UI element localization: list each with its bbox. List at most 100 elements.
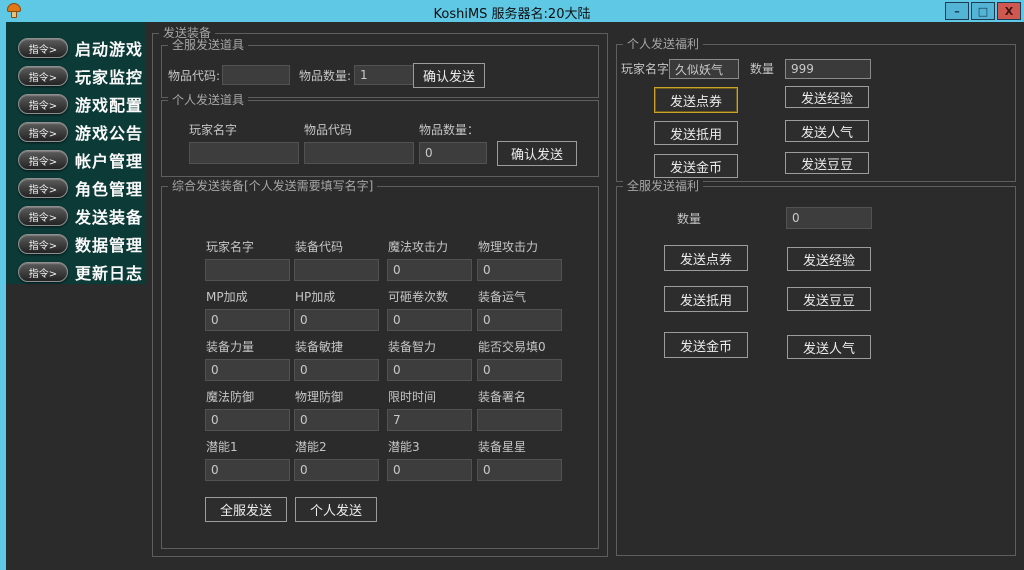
field-input[interactable] <box>294 309 379 331</box>
close-button[interactable]: X <box>997 2 1021 20</box>
command-pill[interactable]: 指令> <box>18 150 68 170</box>
field-label: 装备星星 <box>478 440 527 454</box>
send-gold-button[interactable]: 发送金币 <box>664 332 748 358</box>
sidebar-item-character-manage[interactable]: 指令> 角色管理 <box>6 174 146 202</box>
command-pill[interactable]: 指令> <box>18 178 68 198</box>
field-input[interactable] <box>477 259 562 281</box>
field-label: 潜能2 <box>295 440 327 454</box>
field-input[interactable] <box>205 259 290 281</box>
field-input[interactable] <box>294 259 379 281</box>
field-equip-int: 装备智力 <box>387 340 472 382</box>
confirm-send-button[interactable]: 确认发送 <box>497 141 577 166</box>
confirm-send-button[interactable]: 确认发送 <box>413 63 485 88</box>
quantity-input[interactable] <box>786 207 872 229</box>
send-gold-button[interactable]: 发送金币 <box>654 154 738 178</box>
item-code-label: 物品代码: <box>168 69 221 83</box>
window-controls: – □ X <box>945 2 1021 20</box>
server-send-item-group: 全服发送道具 物品代码: 物品数量: 确认发送 <box>161 38 599 98</box>
sidebar-item-label: 发送装备 <box>75 208 144 227</box>
field-input[interactable] <box>205 309 290 331</box>
send-points-button[interactable]: 发送点券 <box>664 245 748 271</box>
field-input[interactable] <box>205 359 290 381</box>
field-input[interactable] <box>294 459 379 481</box>
sidebar-item-label: 游戏配置 <box>75 96 144 115</box>
field-input[interactable] <box>387 309 472 331</box>
field-input[interactable] <box>477 459 562 481</box>
field-input[interactable] <box>294 409 379 431</box>
maximize-button[interactable]: □ <box>971 2 995 20</box>
sidebar-item-label: 数据管理 <box>75 236 144 255</box>
sidebar-item-data-manage[interactable]: 指令> 数据管理 <box>6 230 146 258</box>
command-pill[interactable]: 指令> <box>18 66 68 86</box>
quantity-label: 数量 <box>677 212 702 226</box>
command-pill[interactable]: 指令> <box>18 234 68 254</box>
field-equip-str: 装备力量 <box>205 340 290 382</box>
send-voucher-button[interactable]: 发送抵用 <box>654 121 738 145</box>
field-input[interactable] <box>387 259 472 281</box>
send-beans-button[interactable]: 发送豆豆 <box>787 287 871 311</box>
sidebar-item-label: 角色管理 <box>75 180 144 199</box>
send-exp-button[interactable]: 发送经验 <box>785 86 869 108</box>
field-label: 装备署名 <box>478 390 527 404</box>
sidebar: 指令> 启动游戏 指令> 玩家监控 指令> 游戏配置 指令> 游戏公告 指令> … <box>6 22 146 284</box>
field-magic-attack: 魔法攻击力 <box>387 240 472 282</box>
item-qty-input[interactable] <box>354 65 420 85</box>
field-magic-defense: 魔法防御 <box>205 390 290 432</box>
personal-send-button[interactable]: 个人发送 <box>295 497 377 522</box>
field-input[interactable] <box>205 409 290 431</box>
item-code-input[interactable] <box>222 65 290 85</box>
server-send-item-title: 全服发送道具 <box>168 38 249 52</box>
sidebar-item-start-game[interactable]: 指令> 启动游戏 <box>6 34 146 62</box>
sidebar-item-update-log[interactable]: 指令> 更新日志 <box>6 258 146 286</box>
sidebar-item-game-config[interactable]: 指令> 游戏配置 <box>6 90 146 118</box>
field-potential-3: 潜能3 <box>387 440 472 482</box>
field-input[interactable] <box>387 359 472 381</box>
send-exp-button[interactable]: 发送经验 <box>787 247 871 271</box>
item-qty-label: 物品数量： <box>419 123 480 137</box>
player-name-label: 玩家名字 <box>189 123 238 137</box>
field-tradable-flag: 能否交易填0 <box>477 340 562 382</box>
command-pill[interactable]: 指令> <box>18 262 68 282</box>
send-voucher-button[interactable]: 发送抵用 <box>664 286 748 312</box>
minimize-button[interactable]: – <box>945 2 969 20</box>
field-label: 装备代码 <box>295 240 344 254</box>
command-pill[interactable]: 指令> <box>18 38 68 58</box>
field-equip-code: 装备代码 <box>294 240 379 282</box>
server-send-button[interactable]: 全服发送 <box>205 497 287 522</box>
field-label: 潜能1 <box>206 440 238 454</box>
field-input[interactable] <box>205 459 290 481</box>
field-input[interactable] <box>294 359 379 381</box>
player-name-input[interactable] <box>189 142 299 164</box>
sidebar-item-label: 游戏公告 <box>75 124 144 143</box>
field-input[interactable] <box>477 409 562 431</box>
field-equip-stars: 装备星星 <box>477 440 562 482</box>
sidebar-item-account-manage[interactable]: 指令> 帐户管理 <box>6 146 146 174</box>
send-fame-button[interactable]: 发送人气 <box>787 335 871 359</box>
send-fame-button[interactable]: 发送人气 <box>785 120 869 142</box>
composite-send-group: 综合发送装备[个人发送需要填写名字] 玩家名字 装备代码 魔法攻击力 物理攻击力… <box>161 179 599 549</box>
item-qty-input[interactable] <box>419 142 487 164</box>
sidebar-item-label: 帐户管理 <box>75 152 144 171</box>
field-input[interactable] <box>477 309 562 331</box>
sidebar-item-game-notice[interactable]: 指令> 游戏公告 <box>6 118 146 146</box>
sidebar-item-send-equipment[interactable]: 指令> 发送装备 <box>6 202 146 230</box>
send-points-button[interactable]: 发送点券 <box>654 87 738 113</box>
field-label: 玩家名字 <box>206 240 255 254</box>
player-name-input[interactable] <box>669 59 739 79</box>
item-code-input[interactable] <box>304 142 414 164</box>
window-title: KoshiMS 服务器名:20大陆 <box>433 7 591 22</box>
field-label: 装备力量 <box>206 340 255 354</box>
field-time-limit: 限时时间 <box>387 390 472 432</box>
quantity-label: 数量 <box>750 62 775 76</box>
command-pill[interactable]: 指令> <box>18 94 68 114</box>
sidebar-item-player-monitor[interactable]: 指令> 玩家监控 <box>6 62 146 90</box>
field-label: 魔法攻击力 <box>388 240 449 254</box>
send-beans-button[interactable]: 发送豆豆 <box>785 152 869 174</box>
quantity-input[interactable] <box>785 59 871 79</box>
field-input[interactable] <box>477 359 562 381</box>
field-input[interactable] <box>387 409 472 431</box>
command-pill[interactable]: 指令> <box>18 122 68 142</box>
field-input[interactable] <box>387 459 472 481</box>
command-pill[interactable]: 指令> <box>18 206 68 226</box>
server-welfare-group: 全服发送福利 数量 发送点券 发送抵用 发送金币 发送经验 发送豆豆 发送人气 <box>616 179 1016 556</box>
